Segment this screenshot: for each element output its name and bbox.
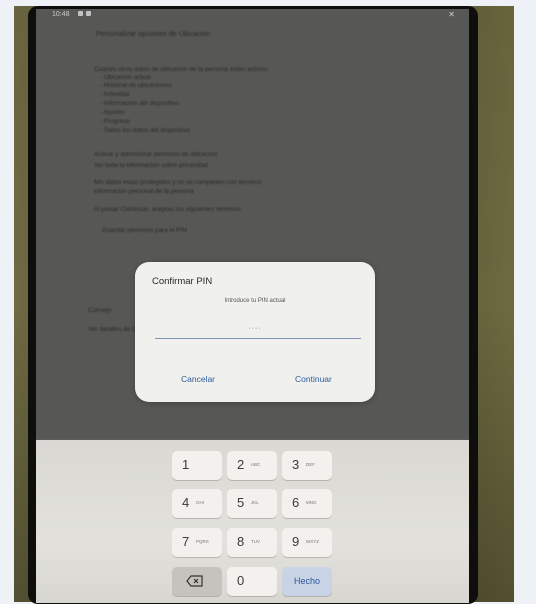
key-5[interactable]: 5 JKL [227, 489, 277, 518]
done-key[interactable]: Hecho [282, 567, 332, 596]
key-letters: GHI [196, 500, 205, 505]
key-3[interactable]: 3 DEF [282, 451, 332, 480]
key-9[interactable]: 9 WXYZ [282, 528, 332, 557]
cancel-button[interactable]: Cancelar [181, 374, 215, 384]
dialog-subtitle: Introduce tu PIN actual [224, 298, 286, 304]
key-digit: 5 [237, 495, 245, 510]
key-0[interactable]: 0 [227, 567, 277, 596]
key-letters: TUV [251, 539, 260, 544]
backspace-icon [186, 575, 203, 587]
key-digit: 2 [237, 457, 245, 472]
continue-button[interactable]: Continuar [295, 374, 332, 384]
key-7[interactable]: 7 PQRS [172, 528, 222, 557]
key-digit: 3 [292, 457, 300, 472]
key-digit: 6 [292, 495, 300, 510]
dialog-title: Confirmar PIN [152, 276, 213, 287]
pin-input-underline [155, 338, 361, 339]
done-label: Hecho [293, 576, 320, 586]
key-8[interactable]: 8 TUV [227, 528, 277, 557]
key-digit: 4 [182, 495, 190, 510]
key-digit: 8 [237, 534, 245, 549]
key-digit: 0 [237, 573, 245, 588]
confirm-pin-dialog: Confirmar PIN Introduce tu PIN actual ··… [135, 262, 375, 402]
backspace-key[interactable] [172, 567, 222, 596]
key-letters: MNO [306, 500, 317, 505]
numeric-keyboard: 1 2 ABC 3 DEF 4 GHI 5 JKL 6 MNO 7 PQRS 8 [36, 440, 469, 603]
key-digit: 9 [292, 534, 300, 549]
screen: 10:48 ✕ Personalizar opciones de Ubicaci… [36, 9, 469, 603]
key-digit: 1 [182, 457, 190, 472]
key-letters: JKL [251, 500, 259, 505]
key-6[interactable]: 6 MNO [282, 489, 332, 518]
pin-input[interactable]: ···· [135, 325, 375, 332]
key-letters: WXYZ [306, 539, 319, 544]
key-letters: DEF [306, 462, 315, 467]
key-letters: PQRS [196, 539, 209, 544]
key-letters: ABC [251, 462, 261, 467]
key-digit: 7 [182, 534, 190, 549]
key-4[interactable]: 4 GHI [172, 489, 222, 518]
key-2[interactable]: 2 ABC [227, 451, 277, 480]
key-1[interactable]: 1 [172, 451, 222, 480]
